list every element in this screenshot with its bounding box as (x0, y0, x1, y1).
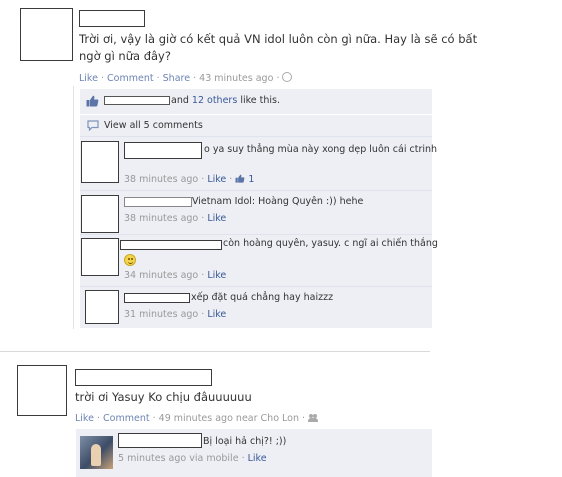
likes-others-link[interactable]: 12 others (192, 95, 237, 106)
post1-message-line2: ngờ gì nữa đây? (79, 49, 171, 63)
comment-avatar-photo[interactable] (80, 436, 113, 469)
comment-avatar[interactable] (85, 290, 119, 324)
comment-text: Bị loại hả chị?! ;)) (203, 436, 287, 447)
post1-comments-area: and 12 others like this. View all 5 comm… (80, 89, 438, 329)
post2-timestamp[interactable]: 49 minutes ago near Cho Lon (159, 413, 299, 424)
post2-action-bar: Like · Comment · 49 minutes ago near Cho… (75, 413, 319, 424)
commenter-name-redacted[interactable] (120, 240, 222, 250)
post1-timestamp[interactable]: 43 minutes ago (199, 73, 273, 84)
commenter-name-redacted[interactable] (124, 293, 190, 303)
comment-avatar[interactable] (81, 238, 119, 276)
comment-like-link[interactable]: Like (248, 453, 267, 464)
friends-privacy-icon (308, 414, 319, 422)
comment-like-link[interactable]: Like (207, 213, 226, 224)
liker-name-redacted[interactable] (104, 96, 170, 105)
view-all-comments-row[interactable]: View all 5 comments (80, 115, 432, 137)
post2-comment-link[interactable]: Comment (103, 413, 150, 424)
comment-timestamp[interactable]: 34 minutes ago (124, 270, 198, 281)
comment-item: Vietnam Idol: Hoàng Quyên :)) hehe 38 mi… (80, 191, 432, 235)
comment-text: còn hoàng quyên, yasuy. c ngĩ ai chiến t… (223, 238, 438, 249)
globe-icon (282, 72, 293, 82)
comment-meta: 34 minutes ago · Like (124, 270, 227, 281)
comment-avatar[interactable] (81, 195, 119, 233)
post2-like-link[interactable]: Like (75, 413, 94, 424)
comment-timestamp[interactable]: 38 minutes ago (124, 213, 198, 224)
post1-like-link[interactable]: Like (79, 73, 98, 84)
smiley-emoticon-icon (124, 254, 136, 266)
post1-thread-line (73, 86, 74, 329)
likes-and: and (171, 95, 189, 106)
likes-summary: and 12 others like this. (171, 94, 280, 108)
story-divider (0, 351, 430, 352)
commenter-name-redacted[interactable] (124, 197, 192, 207)
thumbs-up-icon (86, 95, 99, 107)
comment-item: xếp đặt quá chẳng hay haizzz 31 minutes … (80, 287, 432, 329)
comment-avatar[interactable] (81, 141, 119, 183)
comment-like-link[interactable]: Like (207, 270, 226, 281)
comment-item: o ya suy thẳng mùa này xong dẹp luôn cái… (80, 137, 437, 191)
comment-text: o ya suy thẳng mùa này xong dẹp luôn cái… (204, 144, 438, 155)
comment-meta: 5 minutes ago via mobile · Like (118, 453, 267, 464)
post1-author-name[interactable] (79, 10, 145, 27)
post1-share-link[interactable]: Share (163, 73, 190, 84)
post2-comments-area: Bị loại hả chị?! ;)) 5 minutes ago via m… (76, 429, 432, 477)
comment-like-count[interactable]: 1 (248, 174, 254, 185)
post2-author-name[interactable] (75, 369, 212, 386)
comment-meta: 31 minutes ago · Like (124, 309, 227, 320)
comment-timestamp[interactable]: 31 minutes ago (124, 309, 198, 320)
post2-message: trời ơi Yasuy Ko chịu đâuuuuuu (75, 390, 252, 404)
comment-item: Bị loại hả chị?! ;)) 5 minutes ago via m… (76, 429, 432, 477)
post1-message: Trời ơi, vậy là giờ có kết quả VN idol l… (79, 31, 559, 65)
comment-text: Vietnam Idol: Hoàng Quyên :)) hehe (192, 196, 364, 207)
comment-meta: 38 minutes ago · Like (124, 213, 227, 224)
commenter-name-redacted[interactable] (118, 433, 202, 448)
view-all-comments-link[interactable]: View all 5 comments (104, 119, 203, 133)
comment-like-link[interactable]: Like (207, 309, 226, 320)
likes-suffix: like this. (240, 95, 280, 106)
post1-message-line1: Trời ơi, vậy là giờ có kết quả VN idol l… (79, 32, 478, 46)
comment-meta: 38 minutes ago · Like · 1 (124, 174, 255, 185)
post1-action-bar: Like · Comment · Share · 43 minutes ago … (79, 72, 293, 84)
person-silhouette-icon (91, 444, 101, 466)
post2-avatar[interactable] (17, 365, 67, 416)
commenter-name-redacted[interactable] (124, 142, 202, 159)
comment-timestamp[interactable]: 5 minutes ago via mobile (118, 453, 239, 464)
comment-bubble-icon (87, 120, 99, 131)
comment-timestamp[interactable]: 38 minutes ago (124, 174, 198, 185)
post1-comment-link[interactable]: Comment (107, 73, 154, 84)
comment-like-link[interactable]: Like (207, 174, 226, 185)
like-count-icon (235, 174, 245, 183)
comment-text: xếp đặt quá chẳng hay haizzz (191, 292, 334, 303)
post1-avatar[interactable] (20, 8, 73, 61)
comment-item: còn hoàng quyên, yasuy. c ngĩ ai chiến t… (80, 235, 438, 287)
likes-row: and 12 others like this. (80, 89, 432, 115)
